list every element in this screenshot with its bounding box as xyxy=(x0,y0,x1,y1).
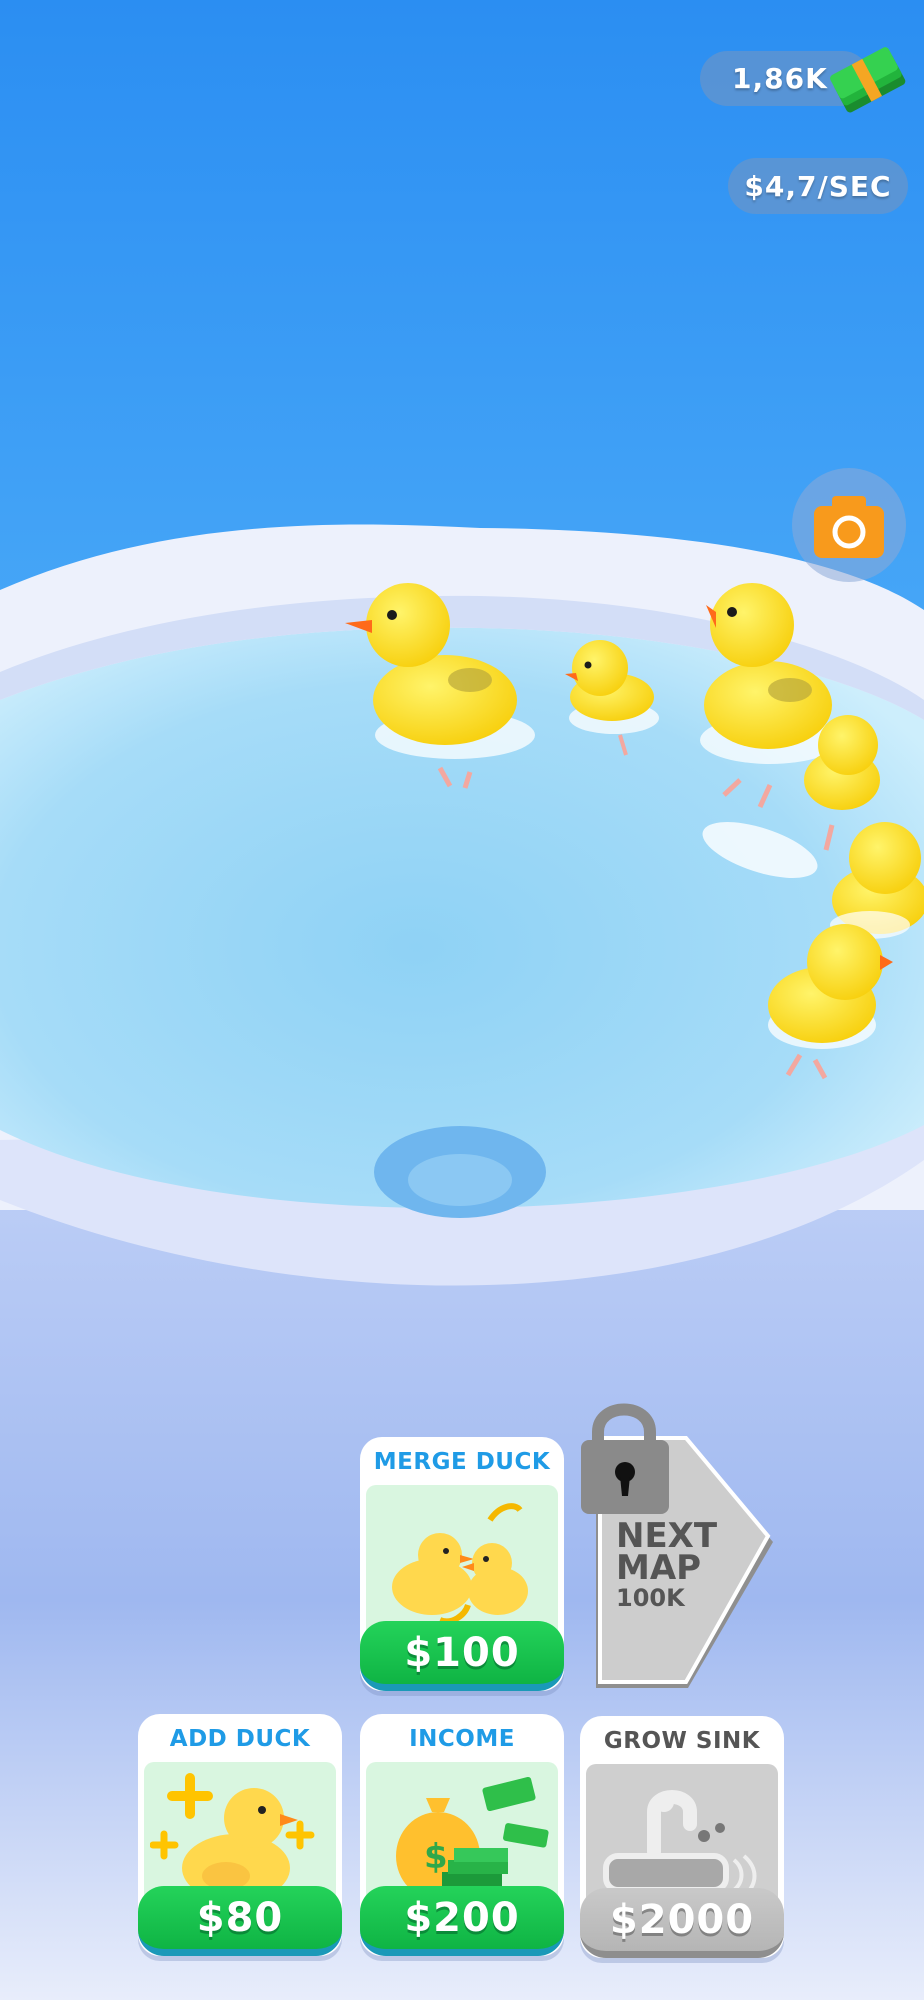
merge-duck-buy-button[interactable]: $100 xyxy=(360,1621,564,1691)
add-duck-title: ADD DUCK xyxy=(169,1726,311,1752)
add-duck-card[interactable]: ADD DUCK $80 xyxy=(138,1714,342,1956)
grow-sink-title: GROW SINK xyxy=(603,1728,761,1754)
money-value: 1,86K xyxy=(732,62,828,95)
grow-sink-buy-button[interactable]: $2000 xyxy=(580,1888,784,1958)
merge-duck-title: MERGE DUCK xyxy=(373,1449,551,1475)
next-map-cost: 100K xyxy=(616,1584,685,1612)
income-rate-value: $4,7/SEC xyxy=(744,169,892,203)
cash-stack-icon xyxy=(830,47,906,113)
income-rate: $4,7/SEC xyxy=(728,158,908,214)
income-buy-button[interactable]: $200 xyxy=(360,1886,564,1956)
game-scene xyxy=(0,0,924,2000)
add-duck-buy-button[interactable]: $80 xyxy=(138,1886,342,1956)
income-card[interactable]: INCOME $ $200 xyxy=(360,1714,564,1956)
merge-ducks-icon xyxy=(392,1503,528,1625)
next-map-line2: MAP xyxy=(616,1548,702,1588)
svg-text:$: $ xyxy=(424,1837,448,1877)
grow-sink-card[interactable]: GROW SINK $2000 xyxy=(580,1716,784,1958)
next-map-label: NEXT MAP 100K xyxy=(616,1519,717,1612)
income-title: INCOME xyxy=(409,1726,515,1752)
padlock-icon xyxy=(581,1403,669,1514)
camera-icon xyxy=(814,496,884,558)
camera-button[interactable] xyxy=(792,468,906,582)
merge-duck-card[interactable]: MERGE DUCK $100 xyxy=(360,1437,564,1691)
